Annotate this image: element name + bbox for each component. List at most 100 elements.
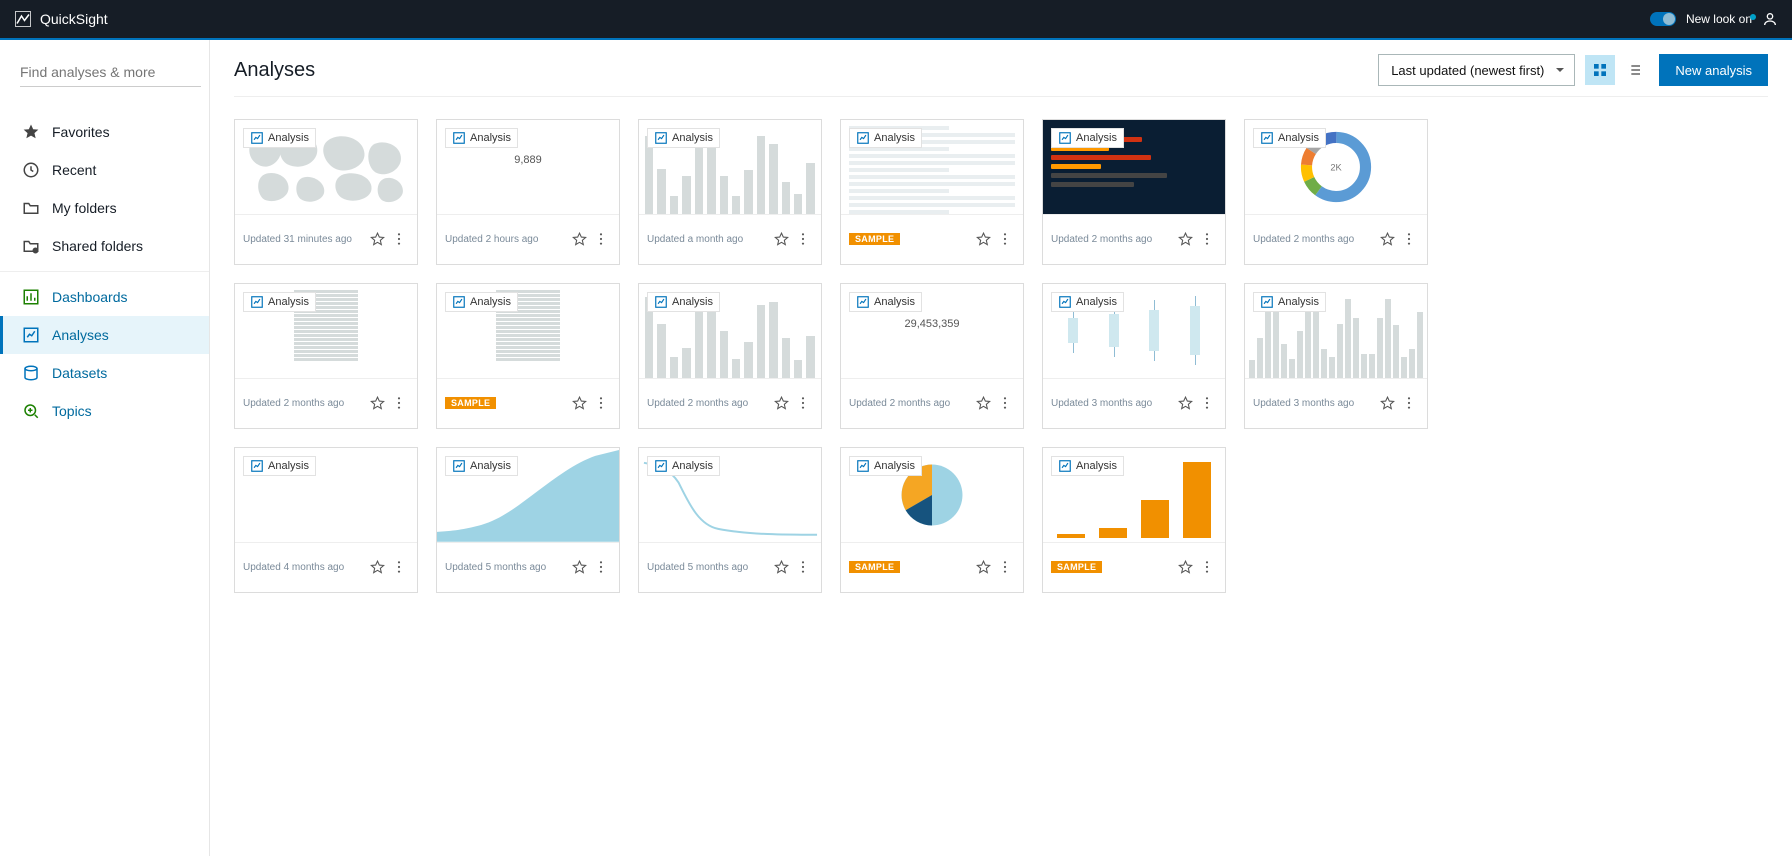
card-menu-button[interactable]: [1197, 229, 1217, 249]
card-footer: Updated 31 minutes ago: [235, 214, 417, 264]
favorite-button[interactable]: [771, 229, 791, 249]
favorite-button[interactable]: [973, 229, 993, 249]
nav-recent[interactable]: Recent: [0, 151, 209, 189]
badge-label: Analysis: [1278, 132, 1319, 144]
card-menu-button[interactable]: [591, 393, 611, 413]
analysis-card[interactable]: AnalysisUpdated 5 months ago: [638, 447, 822, 593]
brand-label: QuickSight: [40, 11, 108, 27]
card-menu-button[interactable]: [793, 557, 813, 577]
card-menu-button[interactable]: [995, 393, 1015, 413]
analysis-card[interactable]: AnalysisUpdated 3 months ago: [1244, 283, 1428, 429]
analysis-card[interactable]: AnalysisUpdated 2 months ago: [638, 283, 822, 429]
card-menu-button[interactable]: [793, 229, 813, 249]
nav-label: My folders: [52, 200, 117, 216]
more-vertical-icon: [391, 395, 407, 411]
analysis-icon: [250, 459, 264, 473]
card-type-badge: Analysis: [1051, 292, 1124, 312]
analysis-icon: [452, 295, 466, 309]
updated-label: Updated 2 months ago: [849, 398, 950, 409]
analysis-icon: [654, 295, 668, 309]
sort-dropdown[interactable]: Last updated (newest first): [1378, 54, 1575, 86]
more-vertical-icon: [795, 559, 811, 575]
updated-label: Updated 2 months ago: [1051, 234, 1152, 245]
nav-label: Analyses: [52, 327, 109, 343]
nav-my-folders[interactable]: My folders: [0, 189, 209, 227]
brand: QuickSight: [14, 10, 108, 28]
analysis-card[interactable]: AnalysisSAMPLE: [840, 447, 1024, 593]
more-vertical-icon: [795, 231, 811, 247]
card-footer: Updated 5 months ago: [437, 542, 619, 592]
nav-datasets[interactable]: Datasets: [0, 354, 209, 392]
favorite-button[interactable]: [1377, 393, 1397, 413]
analysis-card[interactable]: Analysis2KUpdated 2 months ago: [1244, 119, 1428, 265]
list-view-button[interactable]: [1619, 55, 1649, 85]
updated-label: Updated 2 hours ago: [445, 234, 538, 245]
card-type-badge: Analysis: [445, 128, 518, 148]
analysis-card[interactable]: AnalysisUpdated 3 months ago: [1042, 283, 1226, 429]
analysis-card[interactable]: AnalysisUpdated 5 months ago: [436, 447, 620, 593]
card-thumbnail: Analysis: [437, 284, 619, 378]
grid-view-button[interactable]: [1585, 55, 1615, 85]
favorite-button[interactable]: [973, 557, 993, 577]
card-type-badge: Analysis: [243, 128, 316, 148]
new-analysis-button[interactable]: New analysis: [1659, 54, 1768, 86]
favorite-button[interactable]: [569, 229, 589, 249]
card-menu-button[interactable]: [995, 229, 1015, 249]
card-menu-button[interactable]: [1399, 229, 1419, 249]
favorite-button[interactable]: [367, 557, 387, 577]
more-vertical-icon: [1199, 395, 1215, 411]
analysis-card[interactable]: Analysis29,453,359Updated 2 months ago: [840, 283, 1024, 429]
nav-analyses[interactable]: Analyses: [0, 316, 209, 354]
page-header: Analyses Last updated (newest first) New…: [234, 54, 1768, 97]
favorite-button[interactable]: [771, 393, 791, 413]
favorite-button[interactable]: [1175, 557, 1195, 577]
updated-label: Updated 5 months ago: [445, 562, 546, 573]
folder-icon: [22, 199, 40, 217]
favorite-button[interactable]: [771, 557, 791, 577]
view-toggle: [1585, 55, 1649, 85]
analysis-card[interactable]: AnalysisUpdated 4 months ago: [234, 447, 418, 593]
analysis-icon: [856, 295, 870, 309]
analysis-card[interactable]: AnalysisSAMPLE: [436, 283, 620, 429]
card-menu-button[interactable]: [591, 229, 611, 249]
analysis-card[interactable]: Analysis9,889Updated 2 hours ago: [436, 119, 620, 265]
card-menu-button[interactable]: [389, 393, 409, 413]
analysis-card[interactable]: AnalysisUpdated a month ago: [638, 119, 822, 265]
favorite-button[interactable]: [367, 393, 387, 413]
analysis-card[interactable]: Analysis Updated 31 minutes ago: [234, 119, 418, 265]
kpi-value: 29,453,359: [904, 318, 959, 330]
favorite-button[interactable]: [1175, 229, 1195, 249]
favorite-button[interactable]: [1377, 229, 1397, 249]
analysis-card[interactable]: AnalysisUpdated 2 months ago: [1042, 119, 1226, 265]
analysis-card[interactable]: AnalysisSAMPLE: [840, 119, 1024, 265]
nav-dashboards[interactable]: Dashboards: [0, 278, 209, 316]
favorite-button[interactable]: [569, 393, 589, 413]
main-content: Analyses Last updated (newest first) New…: [210, 40, 1792, 856]
card-thumbnail: Analysis: [639, 120, 821, 214]
badge-label: Analysis: [874, 460, 915, 472]
nav-shared-folders[interactable]: Shared folders: [0, 227, 209, 265]
favorite-button[interactable]: [367, 229, 387, 249]
nav-topics[interactable]: Topics: [0, 392, 209, 430]
analysis-icon: [1260, 295, 1274, 309]
card-menu-button[interactable]: [1197, 557, 1217, 577]
new-look-toggle[interactable]: [1650, 12, 1676, 26]
favorite-button[interactable]: [1175, 393, 1195, 413]
card-menu-button[interactable]: [1399, 393, 1419, 413]
analysis-card[interactable]: AnalysisSAMPLE: [1042, 447, 1226, 593]
more-vertical-icon: [593, 559, 609, 575]
favorite-button[interactable]: [569, 557, 589, 577]
card-menu-button[interactable]: [995, 557, 1015, 577]
analysis-card[interactable]: AnalysisUpdated 2 months ago: [234, 283, 418, 429]
nav-favorites[interactable]: Favorites: [0, 113, 209, 151]
favorite-button[interactable]: [973, 393, 993, 413]
card-menu-button[interactable]: [389, 557, 409, 577]
card-menu-button[interactable]: [793, 393, 813, 413]
search-input[interactable]: [20, 58, 201, 87]
updated-label: Updated 5 months ago: [647, 562, 748, 573]
card-menu-button[interactable]: [389, 229, 409, 249]
user-icon[interactable]: [1762, 11, 1778, 27]
card-menu-button[interactable]: [1197, 393, 1217, 413]
card-menu-button[interactable]: [591, 557, 611, 577]
more-vertical-icon: [1199, 231, 1215, 247]
